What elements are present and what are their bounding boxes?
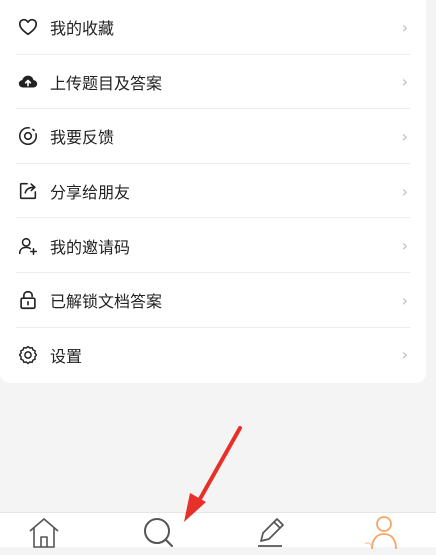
share-icon: [16, 179, 40, 203]
menu-item-upload[interactable]: 上传题目及答案 ›: [0, 55, 426, 110]
menu-item-label: 上传题目及答案: [50, 73, 163, 93]
menu-item-settings[interactable]: 设置 ›: [0, 328, 426, 383]
lock-icon: [16, 288, 40, 312]
menu-item-label: 我要反馈: [50, 128, 115, 148]
menu-item-feedback[interactable]: 我要反馈 ›: [0, 109, 426, 164]
menu-item-label: 已解锁文档答案: [50, 292, 163, 312]
menu-item-unlocked-docs[interactable]: 已解锁文档答案 ›: [0, 273, 426, 328]
home-icon: [24, 511, 64, 555]
chevron-right-icon: ›: [401, 126, 408, 146]
user-add-icon: [16, 234, 40, 258]
tab-write[interactable]: [248, 515, 292, 555]
tab-home[interactable]: [22, 515, 66, 555]
menu-item-label: 分享给朋友: [50, 183, 131, 203]
feedback-icon: [16, 124, 40, 148]
search-icon: [137, 511, 177, 555]
bottom-tab-bar: [0, 512, 436, 550]
chevron-right-icon: ›: [401, 72, 408, 92]
menu-item-share[interactable]: 分享给朋友 ›: [0, 164, 426, 219]
chevron-right-icon: ›: [401, 345, 408, 365]
menu-item-label: 设置: [50, 346, 83, 366]
chevron-right-icon: ›: [401, 290, 408, 310]
gear-icon: [16, 343, 40, 367]
profile-icon: [362, 511, 402, 555]
menu-item-label: 我的邀请码: [50, 237, 131, 257]
tab-search[interactable]: [135, 515, 179, 555]
cloud-upload-icon: [16, 70, 40, 94]
tab-profile[interactable]: [360, 515, 404, 555]
menu-item-label: 我的收藏: [50, 19, 115, 39]
pencil-icon: [250, 511, 290, 555]
menu-item-invite-code[interactable]: 我的邀请码 ›: [0, 218, 426, 273]
menu-card: 我的收藏 › 上传题目及答案 › 我要反馈 › 分享给朋友 › 我的邀请码 › …: [0, 0, 426, 383]
heart-icon: [16, 15, 40, 39]
chevron-right-icon: ›: [401, 17, 408, 37]
menu-item-favorites[interactable]: 我的收藏 ›: [0, 0, 426, 55]
menu-list: 我的收藏 › 上传题目及答案 › 我要反馈 › 分享给朋友 › 我的邀请码 › …: [0, 0, 426, 382]
chevron-right-icon: ›: [401, 236, 408, 256]
chevron-right-icon: ›: [401, 181, 408, 201]
